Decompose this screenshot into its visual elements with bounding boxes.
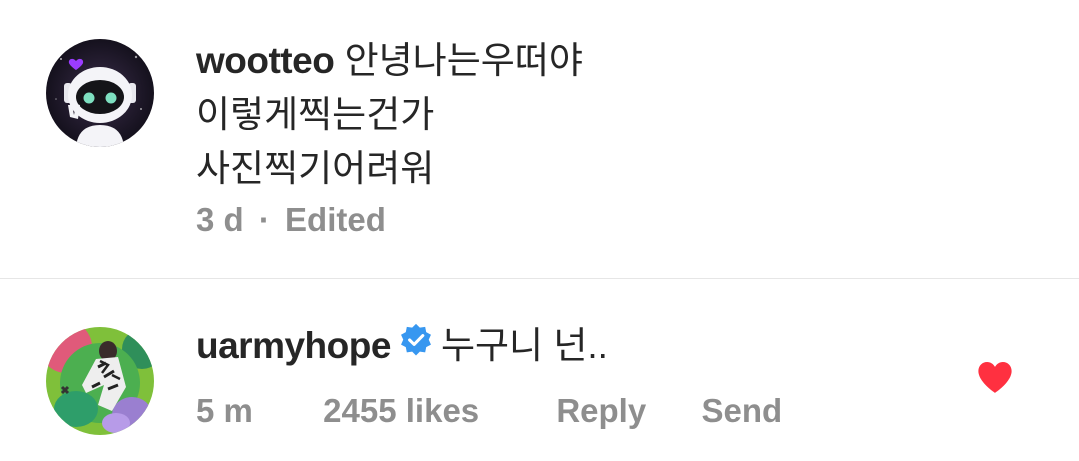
comment-wootteo: wootteo 안녕나는우떠야 이렇게찍는건가 사진찍기어려워 3 d · Ed… [0, 0, 1079, 278]
comment-uarmyhope: uarmyhope 누구니 넌.. 5 m 2455 likes Reply Se… [0, 279, 1079, 461]
comment-body: uarmyhope 누구니 넌.. [196, 319, 989, 375]
username[interactable]: uarmyhope [196, 325, 391, 366]
comment-body: wootteo 안녕나는우떠야 이렇게찍는건가 사진찍기어려워 [196, 34, 989, 196]
comment-text: 사진찍기어려워 [196, 148, 435, 189]
verified-badge-icon [399, 318, 433, 372]
timestamp: 5 m [196, 392, 253, 429]
comment-text: 이렇게찍는건가 [196, 94, 435, 135]
comment-meta: 5 m 2455 likes Reply Send [196, 392, 782, 430]
like-button[interactable] [976, 359, 1014, 395]
avatar[interactable] [46, 39, 154, 147]
comment-text: 안녕나는우떠야 [344, 40, 583, 81]
comment-meta: 3 d · Edited [196, 201, 386, 239]
likes-count[interactable]: 2455 likes [323, 392, 547, 430]
robot-avatar-icon [46, 39, 154, 147]
username[interactable]: wootteo [196, 40, 335, 81]
timestamp: 3 d [196, 201, 244, 238]
send-button[interactable]: Send [702, 392, 783, 430]
comment-line: uarmyhope 누구니 넌.. [196, 319, 989, 375]
avatar[interactable] [46, 327, 154, 435]
edited-label: Edited [285, 201, 386, 238]
reply-button[interactable]: Reply [556, 392, 692, 430]
comment-text: 누구니 넌.. [440, 325, 608, 366]
heart-filled-icon [978, 361, 1012, 393]
artwork-avatar-icon [46, 327, 154, 435]
meta-separator: · [258, 201, 270, 238]
comment-line: wootteo 안녕나는우떠야 [196, 34, 989, 88]
